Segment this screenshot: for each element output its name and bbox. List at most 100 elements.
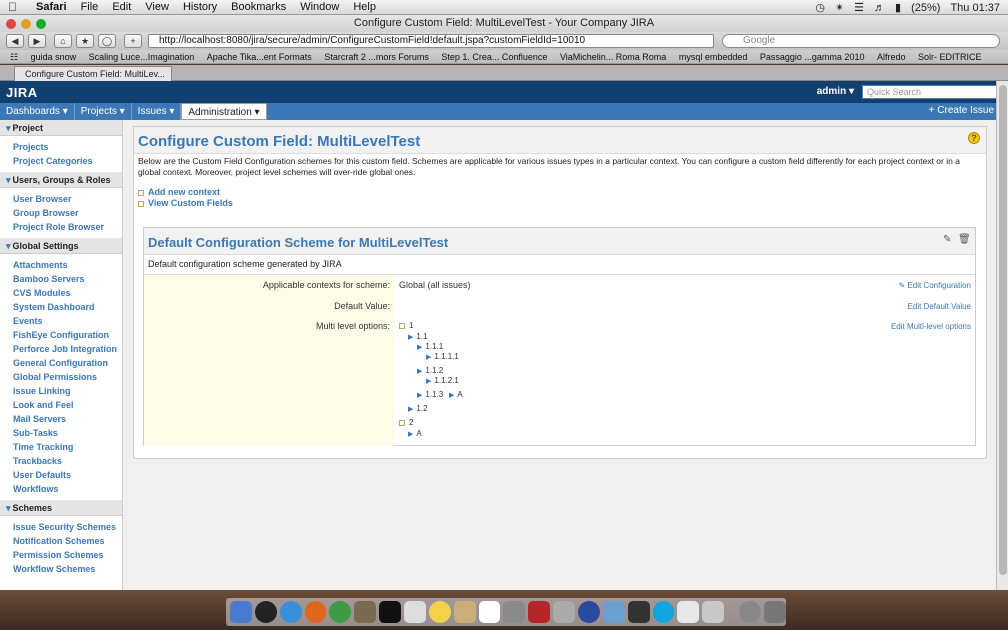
sidebar-section-global-settings[interactable]: ▾ Global Settings	[0, 238, 122, 254]
calendar-icon[interactable]	[478, 601, 501, 623]
help-icon[interactable]: ?	[968, 132, 980, 144]
browser-tab[interactable]: Configure Custom Field: MultiLev...	[14, 66, 172, 81]
sidebar-item[interactable]: Look and Feel	[13, 398, 122, 412]
vertical-scrollbar[interactable]	[996, 81, 1008, 590]
add-new-context-link[interactable]: Add new context	[138, 187, 233, 198]
nav-issues[interactable]: Issues ▾	[132, 103, 182, 120]
edit-configuration-link[interactable]: ✎ Edit Configuration	[898, 281, 971, 290]
sidebar-item[interactable]: Events	[13, 314, 122, 328]
sidebar-item[interactable]: User Defaults	[13, 468, 122, 482]
bookmark-item[interactable]: Passaggio ...gamma 2010	[760, 52, 865, 62]
edit-multilevel-options-link[interactable]: Edit Multi-level options	[891, 322, 971, 331]
bookmark-item[interactable]: Scaling Luce...Imagination	[89, 52, 195, 62]
add-bookmark-icon[interactable]: +	[124, 34, 142, 48]
nav-projects[interactable]: Projects ▾	[75, 103, 132, 120]
eclipse-icon[interactable]	[578, 601, 600, 623]
ichat-icon[interactable]	[428, 601, 451, 623]
mail-icon[interactable]	[602, 601, 625, 623]
sidebar-item[interactable]: Sub-Tasks	[13, 426, 122, 440]
menu-help[interactable]: Help	[353, 1, 376, 13]
utility-icon[interactable]	[503, 601, 526, 623]
menu-edit[interactable]: Edit	[112, 1, 131, 13]
sidebar-item[interactable]: Perforce Job Integration	[13, 342, 122, 356]
sidebar-item[interactable]: Attachments	[13, 258, 122, 272]
photo-booth-icon[interactable]	[528, 601, 551, 623]
sidebar-item[interactable]: Project Categories	[13, 154, 122, 168]
menu-view[interactable]: View	[145, 1, 169, 13]
bookmark-item[interactable]: mysql embedded	[679, 52, 748, 62]
trash-icon[interactable]	[764, 601, 786, 623]
sidebar-item[interactable]: Bamboo Servers	[13, 272, 122, 286]
sidebar-item[interactable]: Workflow Schemes	[13, 562, 122, 576]
forward-icon[interactable]: ▶	[28, 34, 46, 48]
history-icon[interactable]: ◯	[98, 34, 116, 48]
sidebar-section-users[interactable]: ▾ Users, Groups & Roles	[0, 172, 122, 188]
sidebar-item[interactable]: Group Browser	[13, 206, 122, 220]
menu-history[interactable]: History	[183, 1, 217, 13]
menu-bookmarks[interactable]: Bookmarks	[231, 1, 286, 13]
document-icon[interactable]	[677, 601, 700, 623]
bookmark-item[interactable]: Solr- EDITRICE	[918, 52, 982, 62]
sidebar-item[interactable]: Global Permissions	[13, 370, 122, 384]
bookmark-item[interactable]: Step 1. Crea... Confluence	[441, 52, 547, 62]
apple-icon[interactable]: 	[8, 0, 24, 14]
sidebar-item[interactable]: Permission Schemes	[13, 548, 122, 562]
create-issue-button[interactable]: + Create Issue	[929, 105, 994, 116]
preview-icon[interactable]	[354, 601, 377, 623]
back-icon[interactable]: ◀	[6, 34, 24, 48]
menu-file[interactable]: File	[81, 1, 99, 13]
bookmark-item[interactable]: Alfredo	[877, 52, 906, 62]
sidebar-item[interactable]: Mail Servers	[13, 412, 122, 426]
imovie-icon[interactable]	[627, 601, 650, 623]
home-icon[interactable]: ⌂	[54, 34, 72, 48]
sidebar-item[interactable]: FishEye Configuration	[13, 328, 122, 342]
wifi-icon[interactable]: ☰	[854, 1, 864, 14]
edit-icon[interactable]: ✎	[943, 234, 954, 245]
finder-icon[interactable]	[230, 601, 252, 623]
minimize-window-icon[interactable]	[21, 19, 31, 29]
close-window-icon[interactable]	[6, 19, 16, 29]
menubar-clock[interactable]: Thu 01:37	[950, 2, 1000, 14]
time-machine-icon[interactable]: ◷	[815, 1, 825, 14]
firefox-icon[interactable]	[304, 601, 327, 623]
edit-default-value-link[interactable]: Edit Default Value	[908, 302, 971, 311]
volume-icon[interactable]: ♬	[874, 2, 885, 14]
bookmark-item[interactable]: Starcraft 2 ...mors Forums	[324, 52, 429, 62]
sidebar-item[interactable]: Project Role Browser	[13, 220, 122, 234]
sidebar-item[interactable]: Workflows	[13, 482, 122, 496]
jira-logo[interactable]: JIRA	[6, 85, 38, 100]
quick-search-input[interactable]: Quick Search	[862, 85, 1002, 99]
sidebar-item[interactable]: Projects	[13, 140, 122, 154]
view-custom-fields-link[interactable]: View Custom Fields	[138, 198, 233, 209]
bookmark-item[interactable]: guida snow	[31, 52, 77, 62]
sidebar-item[interactable]: General Configuration	[13, 356, 122, 370]
trash-icon[interactable]: 🗑	[958, 234, 971, 245]
battery-icon[interactable]: ▮	[895, 1, 901, 14]
sidebar-item[interactable]: User Browser	[13, 192, 122, 206]
bookmark-item[interactable]: ViaMichelin... Roma Roma	[560, 52, 666, 62]
sidebar-section-project[interactable]: ▾ Project	[0, 120, 122, 136]
nav-administration[interactable]: Administration ▾	[181, 103, 267, 120]
menu-app[interactable]: Safari	[36, 1, 67, 13]
sidebar-item[interactable]: Issue Security Schemes	[13, 520, 122, 534]
sidebar-item[interactable]: Issue Linking	[13, 384, 122, 398]
system-preferences-icon[interactable]	[702, 601, 725, 623]
bookmark-item[interactable]: Apache Tika...ent Formats	[207, 52, 312, 62]
scrollbar-thumb[interactable]	[999, 85, 1007, 575]
textedit-icon[interactable]	[404, 601, 426, 623]
nav-dashboards[interactable]: Dashboards ▾	[0, 103, 75, 120]
reading-list-icon[interactable]: ☷	[10, 52, 18, 62]
dashboard-icon[interactable]	[254, 601, 277, 623]
zoom-window-icon[interactable]	[36, 19, 46, 29]
sidebar-item[interactable]: Notification Schemes	[13, 534, 122, 548]
sidebar-item[interactable]: CVS Modules	[13, 286, 122, 300]
safari-icon[interactable]	[279, 601, 302, 623]
sidebar-item[interactable]: Time Tracking	[13, 440, 122, 454]
menu-window[interactable]: Window	[300, 1, 339, 13]
bookmark-icon[interactable]: ★	[76, 34, 94, 48]
bluetooth-icon[interactable]: ✴	[835, 1, 844, 14]
terminal-icon[interactable]	[379, 601, 402, 623]
skype-icon[interactable]	[652, 601, 675, 623]
sidebar-item[interactable]: Trackbacks	[13, 454, 122, 468]
downloads-icon[interactable]	[739, 601, 762, 623]
